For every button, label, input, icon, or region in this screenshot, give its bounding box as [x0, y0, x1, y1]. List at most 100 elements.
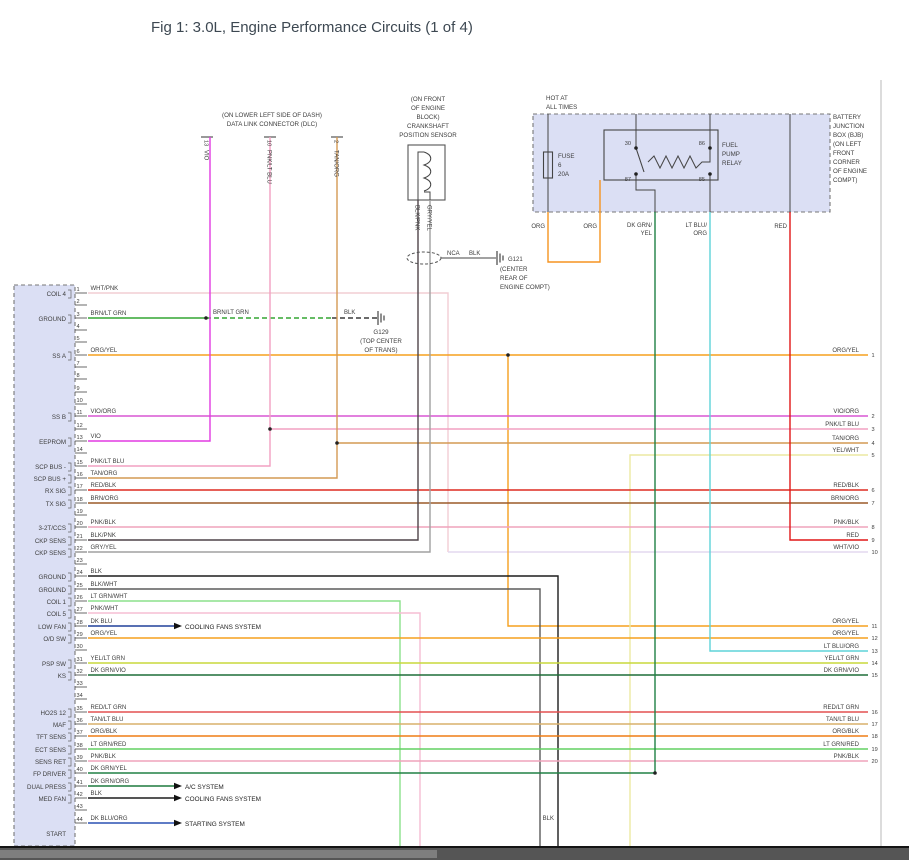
pin-label: LOW FAN [38, 624, 66, 631]
pin-number: 7 [77, 361, 80, 367]
pin-number: 44 [77, 817, 83, 823]
pin-label: PSP SW [42, 661, 66, 668]
wire-color-label: TAN/ORG [832, 436, 859, 442]
bjb-caption: BATTERY [833, 114, 861, 121]
wire-color-label: LT GRN/RED [823, 742, 859, 748]
terminal-number: 13 [872, 649, 878, 655]
pin-number: 14 [77, 447, 83, 453]
wire-color-label: PNK/BLK [834, 520, 859, 526]
wire-color-label: DK BLU/ORG [91, 816, 128, 822]
pin-number: 13 [77, 435, 83, 441]
pin-label: FP DRIVER [33, 771, 66, 778]
terminal-number: 14 [872, 661, 878, 667]
wire-color-label: PNK/LT BLU [825, 422, 859, 428]
pin-number: 11 [77, 410, 83, 416]
system-link: COOLING FANS SYSTEM [185, 624, 261, 631]
wire-color-label: PNK/BLK [91, 520, 116, 526]
pin-label: COIL 4 [47, 291, 67, 298]
wire-blk-24 [88, 576, 558, 850]
ground-caption: OF TRANS) [364, 347, 397, 354]
dlc-caption: DATA LINK CONNECTOR (DLC) [227, 121, 317, 128]
terminal-number: 16 [872, 710, 878, 716]
wire-color-label: ORG [693, 231, 707, 237]
junction-dot [335, 441, 339, 445]
wire-yel-wht [630, 455, 868, 850]
relay-caption: PUMP [722, 151, 740, 158]
fuse-label: 6 [558, 162, 562, 169]
pin-number: 6 [77, 349, 80, 355]
bottom-scrollbar-thumb[interactable] [0, 850, 437, 858]
wire-color-label: YEL/WHT [832, 448, 859, 454]
fuse-label: 20A [558, 171, 570, 178]
wire-color-label: VIO/ORG [91, 409, 117, 415]
wire-color-label: WHT/VIO [833, 545, 859, 551]
wire-color-label: BRN/ORG [91, 496, 119, 502]
wire-pnk-wht [88, 613, 420, 850]
wire-color-label: RED [846, 533, 859, 539]
pin-number: 8 [77, 373, 80, 379]
screenshot-root: Fig 1: 3.0L, Engine Performance Circuits… [0, 0, 909, 860]
wire-color-label: TAN/ORG [333, 150, 339, 177]
bjb-caption: FRONT [833, 150, 855, 157]
wire-color-label: BLK [91, 569, 102, 575]
pin-label: KS [58, 673, 66, 680]
junction-dot [708, 146, 712, 150]
wire-color-label: ORG/YEL [91, 631, 118, 637]
wire-color-label: DK GRN/VIO [824, 668, 860, 674]
wire-ltblu-org [710, 212, 868, 651]
pin-number: 25 [77, 583, 83, 589]
pin-number: 34 [77, 693, 83, 699]
wire-color-label: TAN/LT BLU [826, 717, 859, 723]
pin-number: 35 [77, 706, 83, 712]
shield-nca-label: NCA [447, 251, 460, 257]
bjb-caption: OF ENGINE [833, 168, 867, 175]
terminal-number: 12 [872, 636, 878, 642]
wire-color-label: VIO [91, 434, 102, 440]
bjb-caption: JUNCTION [833, 123, 864, 130]
terminal-number: 5 [872, 453, 875, 459]
ground-caption: (TOP CENTER [360, 338, 402, 345]
terminal-number: 15 [872, 673, 878, 679]
dlc-caption: (ON LOWER LEFT SIDE OF DASH) [222, 112, 322, 119]
junction-dot [653, 771, 657, 775]
ckp-caption: CRANKSHAFT [407, 123, 449, 130]
wire-color-label: BLK [543, 816, 554, 822]
pin-label: SS A [52, 353, 67, 360]
wire-color-label: LT GRN/RED [91, 742, 127, 748]
fuse-label: FUSE [558, 153, 575, 160]
wire-color-label: LT BLU/ORG [824, 644, 859, 650]
relay-terminal-label: 87 [625, 177, 631, 183]
ckp-caption: BLOCK) [416, 114, 439, 121]
terminal-number: 8 [872, 525, 875, 531]
pin-number: 16 [77, 472, 83, 478]
wire-color-label: VIO/ORG [833, 409, 859, 415]
pin-number: 36 [77, 718, 83, 724]
pin-number: 32 [77, 669, 83, 675]
terminal-number: 9 [872, 538, 875, 544]
wire-color-label: ORG [583, 224, 597, 230]
junction-dot [634, 172, 638, 176]
ckp-caption: OF ENGINE [411, 105, 445, 112]
system-link: STARTING SYSTEM [185, 821, 245, 828]
wire-color-label: DK GRN/ [627, 223, 652, 229]
pin-label: GROUND [39, 316, 67, 323]
pin-number: 31 [77, 657, 83, 663]
pin-label: CKP SENS [35, 550, 66, 557]
pin-number: 33 [77, 681, 83, 687]
pin-number: 39 [77, 755, 83, 761]
ground-id: G129 [373, 329, 389, 336]
terminal-number: 7 [872, 501, 875, 507]
pin-number: 9 [77, 386, 80, 392]
pin-number: 10 [77, 398, 83, 404]
terminal-number: 1 [872, 353, 875, 359]
wire-color-label: RED [774, 224, 787, 230]
wire-color-label: RED/BLK [91, 483, 117, 489]
pin-label: MAF [53, 722, 66, 729]
pin-label: HO2S 12 [41, 710, 67, 717]
wire-tan-org [88, 137, 337, 478]
wire-color-label: BLK [344, 310, 355, 316]
terminal-number: 11 [872, 624, 878, 630]
terminal-number: 3 [872, 427, 875, 433]
pin-number: 29 [77, 632, 83, 638]
pin-number: 37 [77, 730, 83, 736]
